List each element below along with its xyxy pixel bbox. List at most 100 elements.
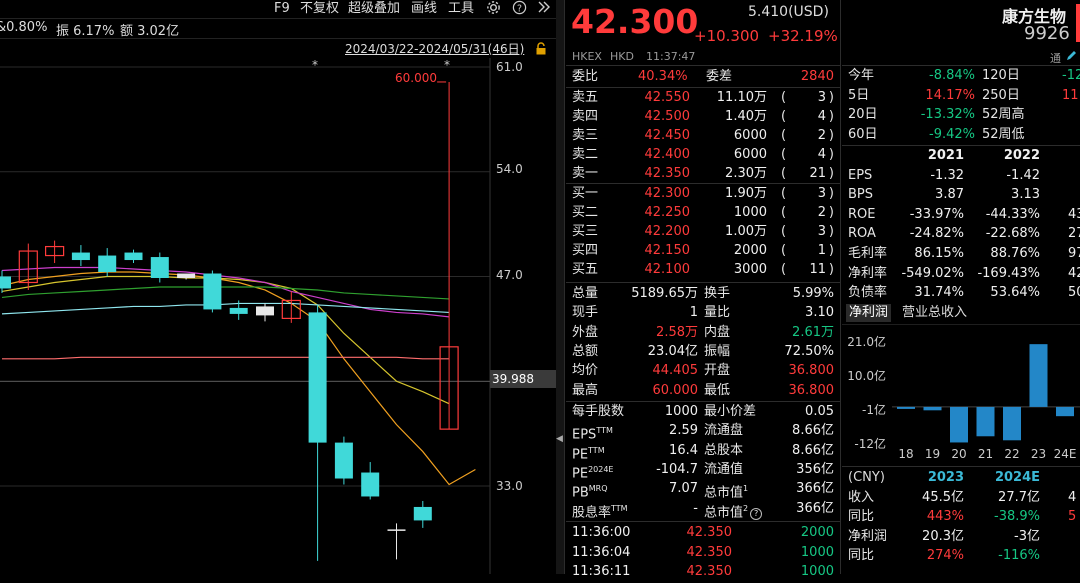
paren-open: ( (781, 243, 787, 258)
collapse-arrow-icon[interactable]: ◀ (556, 434, 563, 444)
fin-label: 负债率 (848, 285, 888, 301)
y-tick-47: 47.0 (496, 268, 523, 282)
stat-value: 0.05 (805, 404, 834, 419)
paren-open: ( (781, 186, 787, 201)
asks-level-row[interactable]: 卖五 42.550 11.10万 ( 3 ) (566, 88, 840, 107)
paren-close: ) (828, 224, 834, 239)
up-indicator-bar (1076, 4, 1080, 42)
candle-body (71, 252, 90, 261)
bids-level-row[interactable]: 买二 42.250 1000 ( 2 ) (566, 203, 840, 222)
level-volume: 1.90万 (725, 186, 767, 201)
help-circle-icon[interactable]: ? (750, 507, 763, 520)
bids-level-row[interactable]: 买三 42.200 1.00万 ( 3 ) (566, 222, 840, 241)
no-adjust-button[interactable]: 不复权 (300, 0, 339, 18)
paren-open: ( (781, 109, 787, 124)
candlestick-chart[interactable] (0, 58, 556, 574)
stat-superscript: 2 (743, 503, 749, 513)
draw-line-button[interactable]: 画线 (411, 0, 437, 18)
tick-list[interactable]: 11:36:00 42.350 2000 11:36:04 42.350 100… (566, 523, 840, 583)
paren-open: ( (781, 147, 787, 162)
fin-row: 净利率 -549.02% -169.43% 42 (842, 264, 1080, 283)
stat-label: 最高 (572, 382, 599, 398)
diff-value: 2840 (800, 69, 834, 84)
y-tick-33: 33.0 (496, 479, 523, 493)
forecast-label: 收入 (848, 489, 875, 505)
forecast-row: 收入 45.5亿 27.7亿 4 (842, 488, 1080, 507)
stat-superscript: TTM (611, 503, 628, 513)
bids-level-row[interactable]: 买五 42.100 3000 ( 11 ) (566, 260, 840, 279)
perf-value: -13.32% (920, 107, 975, 123)
fin-value: -169.43% (977, 265, 1040, 281)
diff-label: 委差 (706, 69, 733, 84)
level-price: 42.100 (644, 262, 691, 277)
forecast-year: 2024E (994, 470, 1040, 485)
asks-level-row[interactable]: 卖二 42.400 6000 ( 4 ) (566, 145, 840, 164)
fin-label: ROE (848, 206, 876, 222)
tools-button[interactable]: 工具 (448, 0, 474, 18)
tab-revenue[interactable]: 营业总收入 (902, 304, 967, 322)
asks-level-row[interactable]: 卖三 42.450 6000 ( 2 ) (566, 126, 840, 145)
perf-label: 120日 (982, 68, 1020, 83)
fin-label: 毛利率 (848, 246, 888, 261)
asks-level-row[interactable]: 卖四 42.500 1.40万 ( 4 ) (566, 107, 840, 126)
candle-body (124, 252, 143, 261)
perf-row: 20日 -13.32% 52周高 (842, 105, 1080, 124)
fin-row: BPS 3.87 3.13 (842, 185, 1080, 204)
perf-value: -8.84% (929, 68, 975, 83)
level-label: 买三 (572, 224, 599, 239)
candle-body (150, 257, 169, 278)
forecast-year: 2023 (927, 470, 964, 485)
level-price: 42.400 (644, 147, 691, 162)
edit-icon[interactable] (1066, 50, 1077, 65)
perf-value: -12 (1062, 68, 1080, 83)
amplitude-value: 振 6.17% (56, 24, 115, 39)
level-label: 买一 (572, 186, 599, 201)
tick-row: 11:36:11 42.350 1000 (566, 562, 840, 581)
profit-x-label: 20 (951, 447, 966, 461)
paren-open: ( (781, 205, 787, 220)
side-scroll-strip[interactable] (556, 0, 564, 574)
asks-level-row[interactable]: 卖一 42.350 2.30万 ( 21 ) (566, 164, 840, 183)
paren-close: ) (828, 128, 834, 143)
stat-row: 股息率TTM - 总市值2? 366亿 (566, 499, 840, 520)
gear-icon[interactable] (486, 0, 501, 18)
perf-label: 60日 (848, 126, 878, 142)
ma-line (1, 286, 450, 300)
perf-label: 5日 (848, 87, 870, 103)
level-volume: 6000 (733, 147, 767, 162)
paren-open: ( (781, 128, 787, 143)
forecast-value: -38.9% (994, 509, 1040, 525)
fin-value: -22.68% (985, 226, 1040, 242)
fin-row: 毛利率 86.15% 88.76% 97 (842, 244, 1080, 263)
tab-net-profit[interactable]: 净利润 (846, 304, 892, 322)
svg-text:?: ? (517, 3, 522, 14)
paren-close: ) (828, 186, 834, 201)
level-price: 42.200 (644, 224, 691, 239)
stat-label: 现手 (572, 305, 599, 321)
paren-open: ( (781, 166, 787, 181)
ma-line (1, 302, 450, 315)
fin-value: 31.74% (914, 285, 964, 301)
fin-value: 50 (1068, 285, 1080, 301)
fin-value: 43 (1068, 206, 1080, 222)
level-price: 42.500 (644, 109, 691, 124)
help-icon[interactable]: ? (512, 0, 527, 18)
perf-value: 11 (1062, 87, 1079, 103)
bids-level-row[interactable]: 买四 42.150 2000 ( 1 ) (566, 241, 840, 260)
profit-bar (923, 406, 942, 411)
f9-button[interactable]: F9 (274, 0, 290, 18)
stat-row: PETTM 16.4 总股本 8.66亿 (566, 441, 840, 462)
stat-value: 16.4 (669, 442, 698, 458)
lock-icon[interactable] (535, 42, 547, 59)
bids-level-row[interactable]: 买一 42.300 1.90万 ( 3 ) (566, 184, 840, 203)
double-chevron-right-icon[interactable] (538, 0, 550, 18)
y-tick-61: 61.0 (496, 60, 523, 74)
fin-value: -44.33% (985, 206, 1040, 222)
super-overlay-button[interactable]: 超级叠加 (348, 0, 400, 18)
stat-value: 60.000 (652, 382, 699, 398)
candle-body (334, 442, 353, 479)
ratio-value: 40.34% (638, 69, 688, 84)
level-price: 42.450 (644, 128, 691, 143)
fin-value: 53.64% (990, 285, 1040, 301)
kline-panel[interactable]: &0.80% 振 6.17% 额 3.02亿 F9 不复权 超级叠加 画线 工具… (0, 0, 556, 574)
